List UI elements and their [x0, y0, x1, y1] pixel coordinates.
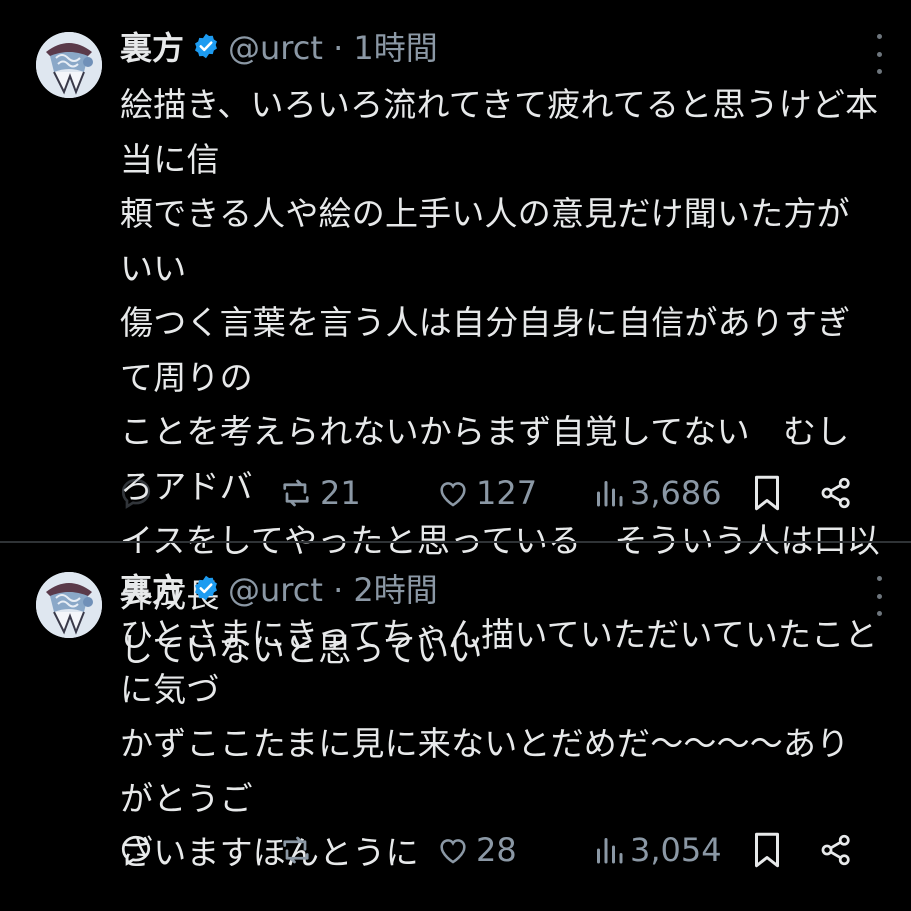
- like-icon: [436, 833, 470, 867]
- display-name[interactable]: 裏方: [120, 565, 184, 611]
- more-icon[interactable]: [869, 34, 889, 74]
- views-icon: [594, 832, 624, 868]
- like-button[interactable]: 127: [436, 470, 537, 516]
- tweet-header: 裏方 @urct · 2時間: [120, 564, 438, 612]
- like-icon: [436, 476, 470, 510]
- tweet-2[interactable]: 裏方 @urct · 2時間 ひとさまにきってちゃん描いていただいていたことに気…: [0, 544, 911, 911]
- bookmark-button[interactable]: [752, 827, 782, 873]
- reply-icon: [118, 475, 154, 511]
- retweet-icon: [278, 832, 314, 868]
- tweet-header: 裏方 @urct · 1時間: [120, 22, 438, 70]
- bookmark-icon: [752, 473, 782, 513]
- retweet-button[interactable]: 21: [278, 470, 361, 516]
- reply-button[interactable]: [118, 827, 160, 873]
- views-button[interactable]: 3,686: [594, 470, 722, 516]
- reply-icon: [118, 832, 154, 868]
- retweet-icon: [278, 475, 314, 511]
- retweet-button[interactable]: [278, 827, 320, 873]
- share-icon: [818, 475, 854, 511]
- verified-badge-icon: [192, 32, 220, 60]
- view-count: 3,054: [630, 831, 722, 869]
- handle-and-time[interactable]: @urct · 2時間: [228, 565, 438, 611]
- tweet-1[interactable]: 裏方 @urct · 1時間 絵描き、いろいろ流れてきて疲れてると思うけど本当に…: [0, 0, 911, 669]
- tweet-actions: 28 3,054: [118, 827, 878, 873]
- avatar[interactable]: [36, 32, 102, 98]
- share-button[interactable]: [818, 827, 854, 873]
- views-icon: [594, 475, 624, 511]
- view-count: 3,686: [630, 474, 722, 512]
- avatar[interactable]: [36, 572, 102, 638]
- bookmark-button[interactable]: [752, 470, 782, 516]
- views-button[interactable]: 3,054: [594, 827, 722, 873]
- handle-and-time[interactable]: @urct · 1時間: [228, 23, 438, 69]
- like-button[interactable]: 28: [436, 827, 517, 873]
- share-button[interactable]: [818, 470, 854, 516]
- tweet-divider: [0, 541, 911, 543]
- like-count: 127: [476, 474, 538, 512]
- share-icon: [818, 832, 854, 868]
- verified-badge-icon: [192, 574, 220, 602]
- tweet-actions: 21 127 3,686: [118, 470, 878, 516]
- bookmark-icon: [752, 830, 782, 870]
- reply-button[interactable]: [118, 470, 160, 516]
- display-name[interactable]: 裏方: [120, 23, 184, 69]
- like-count: 28: [476, 831, 517, 869]
- retweet-count: 21: [320, 474, 361, 512]
